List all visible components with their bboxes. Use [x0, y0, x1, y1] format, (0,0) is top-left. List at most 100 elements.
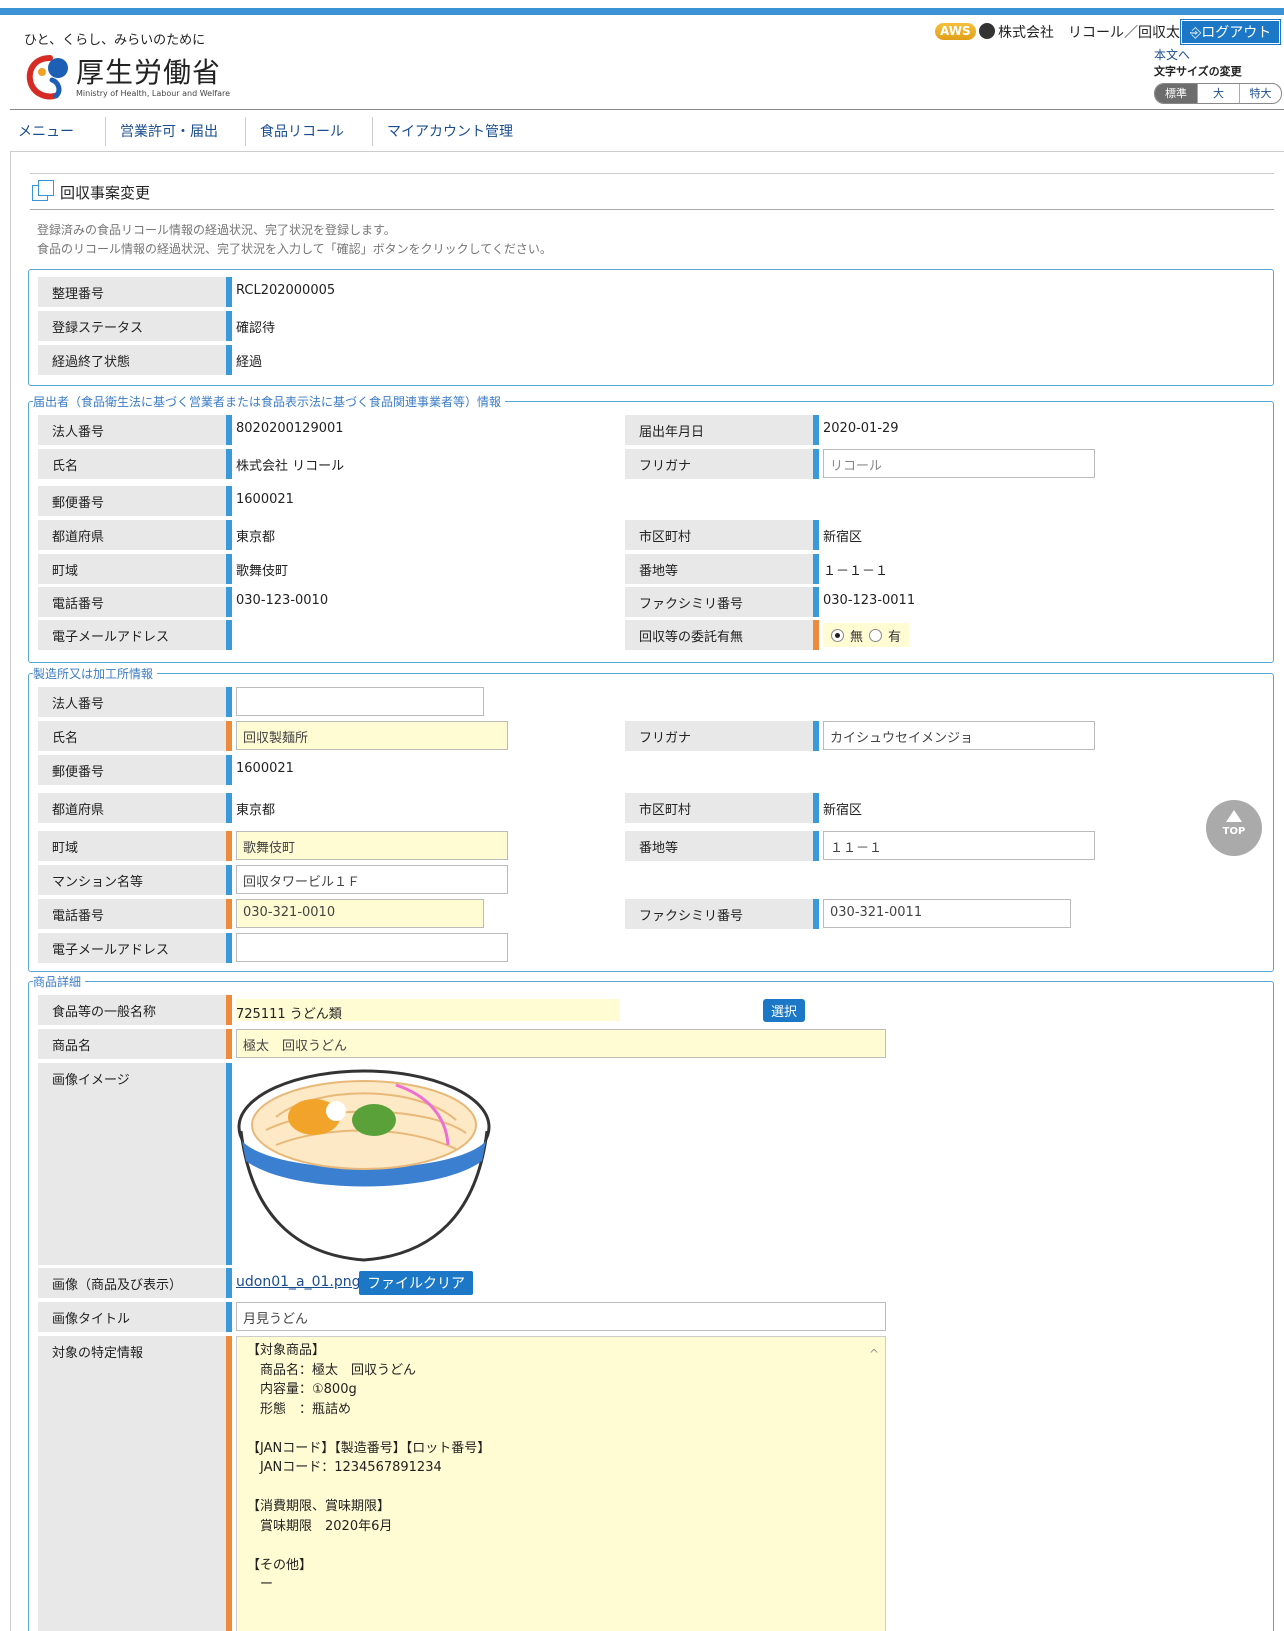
- left-border: [10, 152, 11, 1631]
- mfr-mail-label: 電子メールアドレス: [38, 933, 232, 963]
- notifier-fax-value: 030-123-0011: [823, 593, 916, 608]
- itaku-radio-group: 無 有: [823, 623, 910, 647]
- notifier-date-label: 届出年月日: [625, 415, 819, 445]
- mfr-mansion-input[interactable]: 回収タワービル１Ｆ: [236, 865, 508, 894]
- mfr-mail-input[interactable]: [236, 933, 508, 962]
- notifier-date-value: 2020-01-29: [823, 421, 899, 436]
- notifier-banchi-label: 番地等: [625, 554, 819, 584]
- user-name: 株式会社 リコール／回収太郎: [998, 25, 1194, 41]
- mfr-tel-input[interactable]: 030-321-0010: [236, 899, 484, 928]
- udon-image: [237, 1069, 491, 1262]
- itaku-no-label: 無: [850, 629, 864, 645]
- notifier-houjin-value: 8020200129001: [236, 421, 344, 436]
- notifier-city-value: 新宿区: [823, 530, 863, 545]
- manufacturer-legend: 製造所又は加工所情報: [33, 665, 158, 682]
- mfr-pref-value: 東京都: [236, 803, 276, 818]
- product-legend: 商品詳細: [33, 973, 86, 990]
- select-button[interactable]: 選択: [763, 999, 806, 1022]
- font-size-large[interactable]: 大: [1197, 84, 1239, 103]
- page-title: 回収事案変更: [60, 184, 151, 202]
- mfr-name-input[interactable]: 回収製麺所: [236, 721, 508, 750]
- user-icon: [979, 23, 995, 39]
- notifier-pref-label: 都道府県: [38, 520, 232, 550]
- main-nav: メニュー 営業許可・届出 食品リコール マイアカウント管理: [10, 117, 1284, 152]
- back-to-top-button[interactable]: TOP: [1206, 800, 1262, 856]
- ministry-name-en: Ministry of Health, Labour and Welfare: [76, 89, 231, 98]
- notifier-zip-label: 郵便番号: [38, 486, 232, 516]
- seiri-value: RCL202000005: [236, 283, 336, 298]
- itaku-yes-radio[interactable]: [869, 628, 883, 642]
- logout-label: ログアウト: [1201, 25, 1272, 41]
- notifier-kana-input[interactable]: リコール: [823, 449, 1095, 478]
- touroku-label: 登録ステータス: [38, 311, 232, 341]
- font-size-xlarge[interactable]: 特大: [1239, 84, 1281, 103]
- imgtitle-input[interactable]: 月見うどん: [236, 1302, 886, 1331]
- itaku-no-radio[interactable]: [831, 628, 844, 642]
- top-accent-bar: [0, 8, 1284, 15]
- notifier-fax-label: ファクシミリ番号: [625, 587, 819, 617]
- logout-button[interactable]: ⎆ログアウト: [1179, 19, 1282, 45]
- notifier-legend: 届出者（食品衛生法に基づく営業者または食品表示法に基づく食品関連事業者等）情報: [33, 393, 506, 410]
- notifier-name-value: 株式会社 リコール: [236, 459, 345, 474]
- mfr-kana-input[interactable]: カイシュウセイメンジョ: [823, 721, 1095, 750]
- product-name-input[interactable]: 極太 回収うどん: [236, 1029, 886, 1058]
- mfr-city-label: 市区町村: [625, 793, 819, 823]
- ministry-name: 厚生労働省: [76, 56, 222, 89]
- ippan-value: 725111 うどん類: [236, 999, 620, 1022]
- mfr-town-label: 町域: [38, 831, 232, 861]
- nav-permits[interactable]: 営業許可・届出: [106, 117, 246, 146]
- notifier-houjin-label: 法人番号: [38, 415, 232, 445]
- scroll-up-icon[interactable]: ^: [869, 1345, 879, 1365]
- mfr-kana-label: フリガナ: [625, 721, 819, 751]
- notifier-zip-value: 1600021: [236, 492, 294, 507]
- mfr-banchi-input[interactable]: １１－１: [823, 831, 1095, 860]
- notifier-banchi-value: １－１－１: [823, 564, 889, 579]
- aws-badge: AWS: [935, 23, 976, 40]
- notifier-pref-value: 東京都: [236, 530, 276, 545]
- notifier-itaku-label: 回収等の委託有無: [625, 620, 819, 650]
- top-label: TOP: [1222, 826, 1246, 837]
- up-arrow-icon: [1226, 810, 1242, 822]
- touroku-value: 確認待: [236, 321, 276, 336]
- notifier-city-label: 市区町村: [625, 520, 819, 550]
- product-name-label: 商品名: [38, 1029, 232, 1059]
- mfr-houjin-input[interactable]: [236, 687, 484, 716]
- font-size-standard[interactable]: 標準: [1155, 84, 1197, 103]
- tokutei-textarea[interactable]: 【対象商品】 商品名：極太 回収うどん 内容量：①800g 形態 ：瓶詰め 【J…: [236, 1336, 886, 1631]
- mfr-pref-label: 都道府県: [38, 793, 232, 823]
- product-section: 商品詳細 食品等の一般名称 725111 うどん類 選択 商品名 極太 回収うど…: [28, 973, 1274, 1631]
- nav-menu[interactable]: メニュー: [10, 117, 106, 146]
- page-icon: [32, 180, 54, 201]
- imgtitle-label: 画像タイトル: [38, 1302, 232, 1332]
- page-heading: 回収事案変更: [30, 173, 1274, 210]
- nav-recall[interactable]: 食品リコール: [246, 117, 373, 146]
- keika-value: 経過: [236, 355, 263, 370]
- file-label: 画像（商品及び表示）: [38, 1268, 232, 1298]
- file-link[interactable]: udon01_a_01.png: [236, 1274, 361, 1290]
- mfr-fax-input[interactable]: 030-321-0011: [823, 899, 1071, 928]
- mfr-city-value: 新宿区: [823, 803, 863, 818]
- mfr-houjin-label: 法人番号: [38, 687, 232, 717]
- notifier-tel-label: 電話番号: [38, 587, 232, 617]
- image-label: 画像イメージ: [38, 1063, 232, 1265]
- notifier-mail-label: 電子メールアドレス: [38, 620, 232, 650]
- skip-to-content-link[interactable]: 本文へ: [1154, 46, 1190, 63]
- notifier-kana-label: フリガナ: [625, 449, 819, 479]
- description-line-2: 食品のリコール情報の経過状況、完了状況を入力して「確認」ボタンをクリックしてくだ…: [37, 242, 552, 256]
- nav-account[interactable]: マイアカウント管理: [373, 117, 533, 146]
- mfr-town-input[interactable]: 歌舞伎町: [236, 831, 508, 860]
- tokutei-label: 対象の特定情報: [38, 1336, 232, 1631]
- mfr-zip-label: 郵便番号: [38, 755, 232, 785]
- font-size-switcher: 標準 大 特大: [1154, 83, 1282, 104]
- notifier-section: 届出者（食品衛生法に基づく営業者または食品表示法に基づく食品関連事業者等）情報 …: [28, 393, 1274, 663]
- notifier-tel-value: 030-123-0010: [236, 593, 329, 608]
- status-section: 整理番号 RCL202000005 登録ステータス 確認待 経過終了状態 経過: [28, 269, 1274, 386]
- itaku-yes-label: 有: [888, 629, 902, 645]
- site-header: ひと、くらし、みらいのために 厚生労働省 Ministry of Health,…: [10, 15, 1284, 110]
- seiri-label: 整理番号: [38, 277, 232, 307]
- page-description: 登録済みの食品リコール情報の経過状況、完了状況を登録します。 食品のリコール情報…: [37, 221, 552, 259]
- notifier-town-label: 町域: [38, 554, 232, 584]
- file-clear-button[interactable]: ファイルクリア: [359, 1271, 473, 1295]
- mfr-fax-label: ファクシミリ番号: [625, 899, 819, 929]
- tagline: ひと、くらし、みらいのために: [24, 33, 206, 48]
